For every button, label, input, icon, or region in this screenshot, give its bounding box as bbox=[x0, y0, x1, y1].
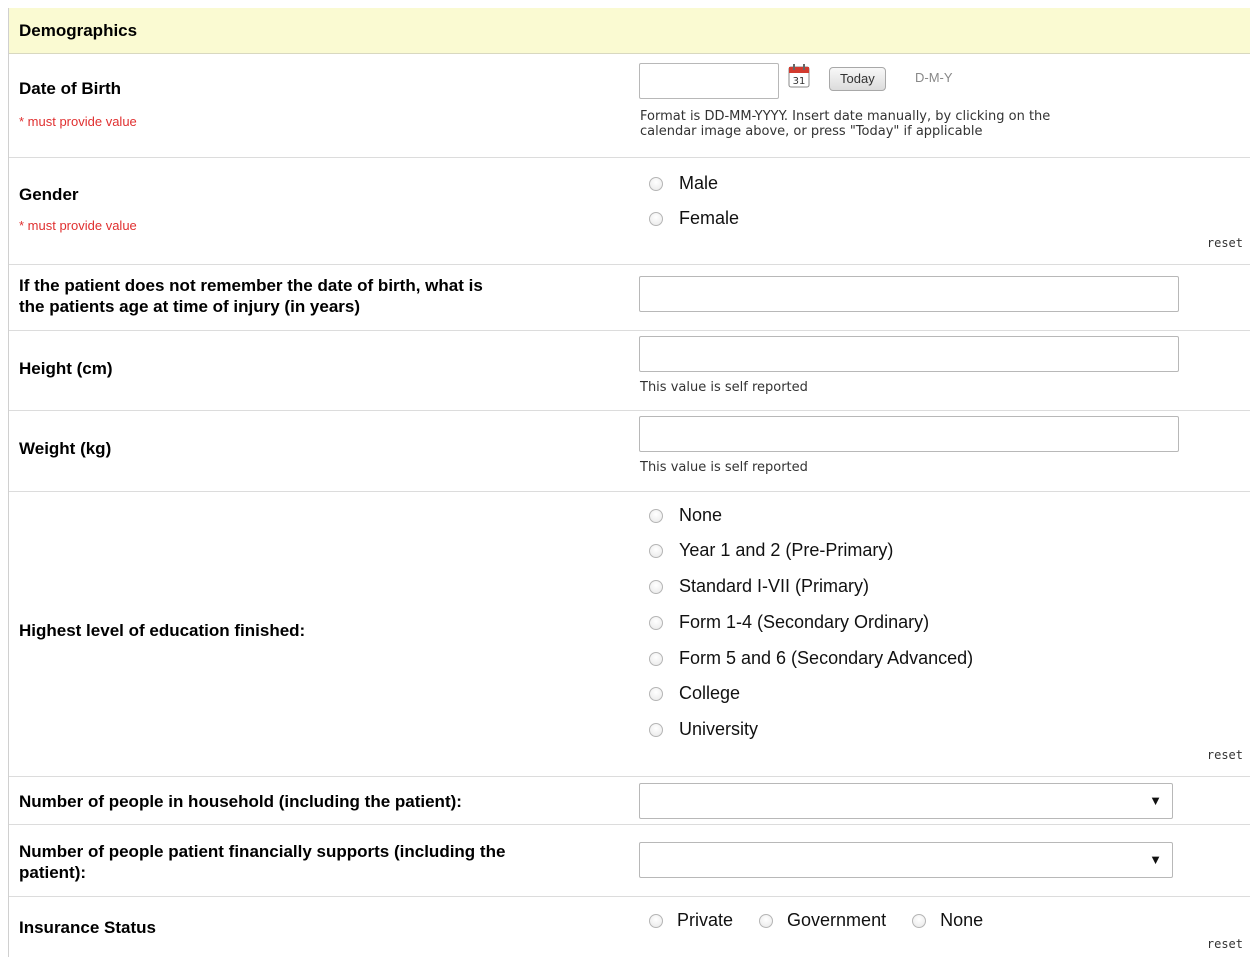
row-household: Number of people in household (including… bbox=[9, 777, 1250, 825]
row-height: Height (cm) This value is self reported bbox=[9, 331, 1250, 411]
dropdown-arrow-icon: ▼ bbox=[1149, 852, 1162, 867]
education-option-secondary-ordinary[interactable]: Form 1-4 (Secondary Ordinary) bbox=[649, 612, 929, 633]
radio-label: None bbox=[679, 505, 723, 525]
row-education: Highest level of education finished: Non… bbox=[9, 492, 1250, 777]
radio-button[interactable] bbox=[649, 579, 663, 594]
dob-format-note: Format is DD-MM-YYYY. Insert date manual… bbox=[640, 109, 1050, 139]
insurance-option-none[interactable]: None bbox=[912, 910, 983, 931]
supports-label-line2: patient): bbox=[19, 863, 87, 882]
age-label: If the patient does not remember the dat… bbox=[19, 275, 619, 317]
radio-button[interactable] bbox=[649, 508, 663, 523]
education-reset-link[interactable]: reset bbox=[1207, 748, 1243, 762]
dob-input[interactable] bbox=[639, 63, 779, 99]
education-label: Highest level of education finished: bbox=[19, 621, 306, 640]
dob-note-line1: Format is DD-MM-YYYY. Insert date manual… bbox=[640, 109, 1051, 124]
radio-button[interactable] bbox=[649, 176, 663, 191]
radio-button[interactable] bbox=[912, 913, 927, 928]
age-input[interactable] bbox=[639, 276, 1179, 312]
radio-label: Year 1 and 2 (Pre-Primary) bbox=[679, 540, 894, 560]
demographics-form: Demographics Date of Birth * must provid… bbox=[8, 8, 1250, 957]
education-option-primary[interactable]: Standard I-VII (Primary) bbox=[649, 576, 869, 597]
supports-label-line1: Number of people patient financially sup… bbox=[19, 842, 506, 861]
radio-button[interactable] bbox=[759, 913, 774, 928]
radio-button[interactable] bbox=[649, 722, 663, 737]
radio-button[interactable] bbox=[649, 211, 663, 226]
radio-label: Male bbox=[679, 173, 719, 193]
row-gender: Gender * must provide value Male Female … bbox=[9, 158, 1250, 265]
weight-note: This value is self reported bbox=[640, 460, 808, 475]
education-option-secondary-advanced[interactable]: Form 5 and 6 (Secondary Advanced) bbox=[649, 648, 973, 669]
radio-label: Form 5 and 6 (Secondary Advanced) bbox=[679, 648, 974, 668]
height-label: Height (cm) bbox=[19, 359, 113, 378]
insurance-reset-link[interactable]: reset bbox=[1207, 937, 1243, 951]
radio-label: Private bbox=[677, 910, 734, 930]
height-note: This value is self reported bbox=[640, 380, 808, 395]
row-age: If the patient does not remember the dat… bbox=[9, 265, 1250, 331]
row-insurance: Insurance Status Private Government None… bbox=[9, 897, 1250, 957]
radio-button[interactable] bbox=[649, 615, 663, 630]
weight-label: Weight (kg) bbox=[19, 439, 112, 458]
insurance-option-private[interactable]: Private bbox=[649, 910, 733, 931]
radio-button[interactable] bbox=[649, 651, 663, 666]
radio-label: Government bbox=[787, 910, 887, 930]
row-weight: Weight (kg) This value is self reported bbox=[9, 411, 1250, 492]
education-option-college[interactable]: College bbox=[649, 683, 740, 704]
row-financial-supports: Number of people patient financially sup… bbox=[9, 825, 1250, 897]
radio-label: None bbox=[940, 910, 984, 930]
radio-label: University bbox=[679, 719, 759, 739]
supports-label: Number of people patient financially sup… bbox=[19, 841, 619, 883]
gender-option-male[interactable]: Male bbox=[649, 173, 718, 194]
dob-required-note: * must provide value bbox=[19, 114, 137, 129]
height-input[interactable] bbox=[639, 336, 1179, 372]
age-label-line2: the patients age at time of injury (in y… bbox=[19, 297, 361, 316]
dob-label: Date of Birth bbox=[19, 79, 121, 98]
weight-input[interactable] bbox=[639, 416, 1179, 452]
section-header: Demographics bbox=[9, 8, 1250, 54]
insurance-option-government[interactable]: Government bbox=[759, 910, 886, 931]
household-select[interactable]: ▼ bbox=[639, 783, 1173, 819]
radio-button[interactable] bbox=[649, 686, 663, 701]
supports-select[interactable]: ▼ bbox=[639, 842, 1173, 878]
radio-button[interactable] bbox=[649, 543, 663, 558]
radio-button[interactable] bbox=[649, 913, 663, 928]
education-option-university[interactable]: University bbox=[649, 719, 758, 740]
dropdown-arrow-icon: ▼ bbox=[1149, 793, 1162, 808]
radio-label: Female bbox=[679, 208, 740, 228]
gender-required-note: * must provide value bbox=[19, 218, 137, 233]
gender-label: Gender bbox=[19, 185, 79, 204]
education-option-none[interactable]: None bbox=[649, 505, 722, 526]
dob-note-line2: calendar image above, or press "Today" i… bbox=[640, 124, 983, 139]
gender-reset-link[interactable]: reset bbox=[1207, 236, 1243, 250]
radio-label: Standard I-VII (Primary) bbox=[679, 576, 870, 596]
row-date-of-birth: Date of Birth * must provide value 31 To… bbox=[9, 54, 1250, 158]
insurance-options: Private Government None bbox=[649, 910, 1009, 931]
calendar-icon[interactable]: 31 bbox=[788, 64, 810, 88]
gender-option-female[interactable]: Female bbox=[649, 208, 739, 229]
calendar-day-text: 31 bbox=[793, 76, 806, 87]
radio-label: Form 1-4 (Secondary Ordinary) bbox=[679, 612, 930, 632]
insurance-label: Insurance Status bbox=[19, 918, 156, 937]
age-label-line1: If the patient does not remember the dat… bbox=[19, 276, 483, 295]
radio-label: College bbox=[679, 683, 741, 703]
date-format-hint: D-M-Y bbox=[915, 70, 953, 85]
section-title: Demographics bbox=[19, 20, 138, 40]
education-option-pre-primary[interactable]: Year 1 and 2 (Pre-Primary) bbox=[649, 540, 893, 561]
household-label: Number of people in household (including… bbox=[19, 792, 462, 811]
today-button[interactable]: Today bbox=[829, 67, 886, 91]
